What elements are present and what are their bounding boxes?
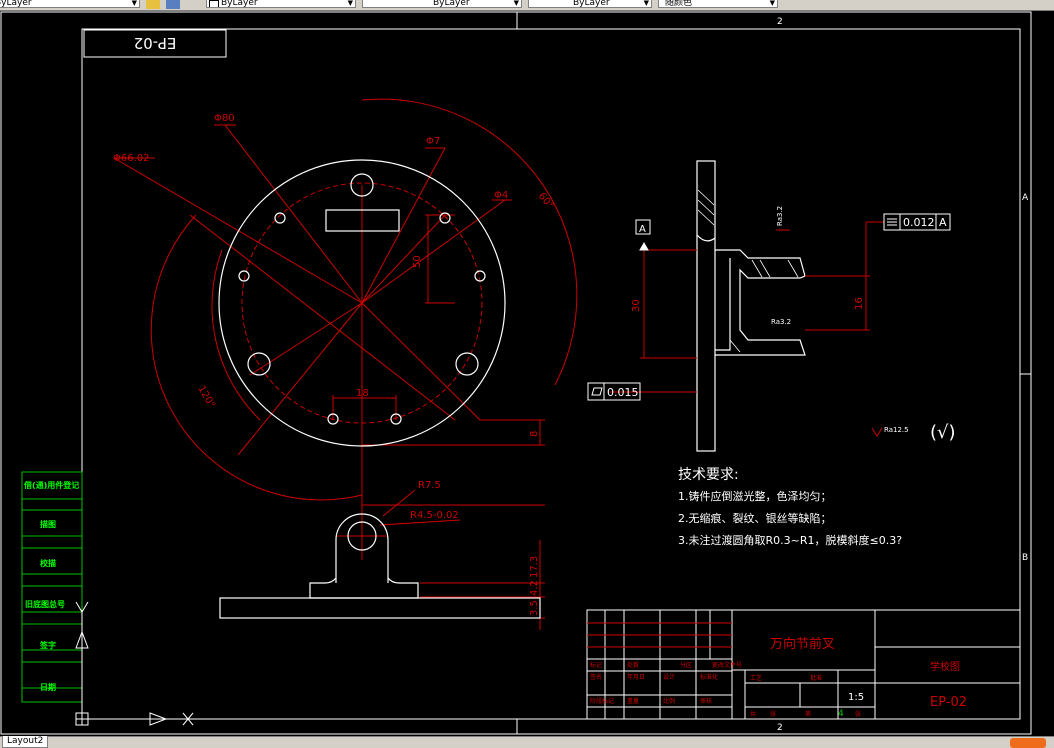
layer-previous-icon[interactable] (166, 0, 180, 9)
drawing-canvas[interactable]: A B 2 2 EP-02 Φ80 Φ66.02 Φ7 Φ4 60° 120° … (0, 11, 1054, 736)
ucs-icon (75, 601, 194, 726)
plotstyle-combo-value: 随颜色 (665, 0, 693, 8)
roughness-symbol-icon (871, 427, 883, 437)
front-view: Φ80 Φ66.02 Φ7 Φ4 60° 120° 50 18 8 (113, 98, 578, 501)
title-block-cell: 共 (750, 710, 756, 718)
zone-marks (516, 12, 1031, 734)
dim-r75: R7.5 (418, 480, 441, 491)
dim-v35: 3.5 (529, 600, 540, 616)
side-strip-s2: 描图 (40, 519, 56, 529)
side-view: A 0.012 A 0.015 30 16 Ra3.2 Ra3.2 Ra12.5… (587, 160, 956, 452)
chevron-down-icon: ▼ (769, 0, 775, 7)
title-block-cell: 阶段标记 (590, 697, 614, 705)
title-block-cell: 比例 (663, 697, 675, 705)
chevron-down-icon: ▼ (131, 0, 137, 7)
dim-a60: 60° (536, 191, 556, 212)
color-swatch-icon (209, 0, 219, 7)
lineweight-combo[interactable]: ByLayer ▼ (528, 0, 652, 8)
roughness-ra2: Ra3.2 (771, 318, 791, 326)
layer-state-icon[interactable] (146, 0, 160, 9)
title-block-cell: 年月日 (627, 673, 645, 681)
title-block: 万向节前叉 学校图 EP-02 1:5 4 标记 处数 分区 更改文件号签名 年月日 设计… (586, 609, 1021, 720)
title-part-name: 万向节前叉 (770, 636, 835, 652)
gdt-flatness-value: 0.015 (607, 386, 639, 399)
title-drawing-no: EP-02 (930, 695, 967, 710)
datum-a-letter: A (639, 224, 646, 235)
dim-v173: 17.3 (529, 556, 540, 578)
properties-toolbar: ByLayer ▼ ByLayer ▼ ByLayer ▼ ByLayer ▼ … (0, 0, 1054, 11)
lineweight-combo-value: ByLayer (573, 0, 610, 8)
drawing-no-box-text: EP-02 (134, 34, 177, 52)
tech-req-line1: 1.铸件应倒滋光整，色泽均匀； (678, 489, 832, 503)
zone-digit: 2 (777, 17, 783, 27)
title-block-cell: 审核 (700, 697, 712, 705)
dim-v42: 4.2 (529, 580, 540, 596)
dim-h18: 18 (356, 388, 369, 399)
dim-d66: Φ66.02 (113, 153, 150, 164)
title-block-cell: 工艺 (750, 674, 762, 682)
tech-requirements: 技术要求: 1.铸件应倒滋光整，色泽均匀； 2.无缩痕、裂纹、银丝等缺陷； 3.… (678, 467, 902, 547)
tech-req-line3: 3.未注过渡圆角取R0.3~R1，脱模斜度≤0.3? (678, 533, 902, 547)
title-block-cell: 第 (805, 710, 811, 718)
side-strip-s3: 校描 (40, 558, 56, 568)
title-block-cell: 标记 (590, 661, 602, 669)
zone-digit: 2 (777, 723, 783, 733)
dim-d4: Φ4 (494, 190, 508, 201)
tech-req-title: 技术要求: (678, 467, 739, 483)
layer-combo[interactable]: ByLayer ▼ (0, 0, 140, 8)
layer-combo-value: ByLayer (0, 0, 32, 8)
title-block-cell: 更改文件号 (712, 661, 742, 669)
gdt-position-datum: A (939, 216, 947, 229)
side-strip: 借(通)用件登记 描图 校描 旧底图总号 签字 日期 (21, 471, 83, 703)
title-block-cell: 设计 (663, 673, 675, 681)
title-sheet: 4 (838, 709, 844, 719)
zone-letter: A (1022, 193, 1029, 203)
dim-a120: 120° (195, 384, 217, 410)
linetype-combo-value: ByLayer (433, 0, 470, 8)
title-block-cell: 处数 (627, 661, 639, 669)
roughness-general: (√) (930, 422, 956, 443)
drawing-no-box: EP-02 (83, 29, 227, 58)
dim-v50: 50 (412, 255, 423, 268)
color-combo-value: ByLayer (221, 0, 258, 8)
tech-req-line2: 2.无缩痕、裂纹、银丝等缺陷； (678, 511, 832, 525)
gdt-position-value: 0.012 (903, 216, 935, 229)
roughness-ra1: Ra3.2 (776, 206, 784, 226)
layout-tab-bar: Layout2 (0, 736, 1054, 748)
roughness-ra3: Ra12.5 (884, 426, 909, 434)
linetype-combo[interactable]: ByLayer ▼ (362, 0, 522, 8)
dim-v8: 8 (529, 431, 540, 437)
tab-layout2[interactable]: Layout2 (2, 736, 49, 748)
chevron-down-icon: ▼ (643, 0, 649, 7)
chevron-down-icon: ▼ (513, 0, 519, 7)
dim-d80: Φ80 (214, 113, 235, 124)
side-strip-s4: 旧底图总号 (25, 599, 65, 609)
title-scale: 1:5 (848, 692, 864, 703)
dim-r45: R4.5-0.02 (410, 510, 459, 521)
title-block-cell: 分区 (680, 661, 692, 669)
color-combo[interactable]: ByLayer ▼ (206, 0, 356, 8)
side-strip-s5: 签字 (39, 640, 56, 650)
title-block-cell: 张 (855, 710, 861, 718)
side-strip-s6: 日期 (40, 682, 56, 692)
title-block-cell: 标准化 (700, 673, 718, 681)
front-view-dim-text: Φ80 Φ66.02 Φ7 Φ4 60° 120° 50 18 8 (113, 113, 556, 437)
plotstyle-combo[interactable]: 随颜色 ▼ (658, 0, 778, 8)
title-block-cell: 张 (770, 710, 776, 718)
title-block-cell: 签名 (590, 673, 602, 681)
side-strip-s1: 借(通)用件登记 (23, 480, 79, 490)
chevron-down-icon: ▼ (347, 0, 353, 7)
title-company: 学校图 (930, 660, 960, 673)
tab-layout2-label: Layout2 (7, 736, 44, 746)
center-lines (113, 124, 545, 500)
dim-d7: Φ7 (426, 136, 440, 147)
title-block-cell: 批准 (810, 674, 822, 682)
title-block-cell: 重量 (627, 697, 639, 705)
dim-v30: 30 (631, 299, 642, 312)
zone-letter: B (1022, 553, 1028, 563)
sheet-border (0, 11, 1032, 735)
top-view: R7.5 R4.5-0.02 17.3 4.2 3.5 (219, 480, 545, 630)
dim-v16: 16 (854, 297, 865, 310)
